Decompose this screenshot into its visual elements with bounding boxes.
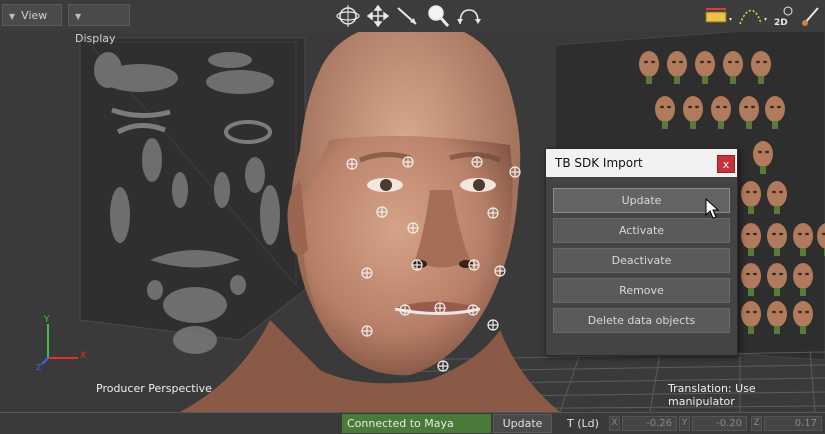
chevron-down-icon: ▼ xyxy=(75,12,82,21)
coord-z-field[interactable]: 0.17 xyxy=(764,416,822,431)
move-icon[interactable] xyxy=(364,2,392,30)
axis-y-label: Y xyxy=(43,315,50,325)
manipulator-hint: Translation: Use manipulator xyxy=(668,382,756,408)
dialog-title-bar[interactable]: TB SDK Import x xyxy=(546,149,737,177)
close-button[interactable]: x xyxy=(717,155,735,173)
3d-viewport[interactable]: ▼ View ▼ Display 2D Y X Z Producer Perspe… xyxy=(0,0,825,412)
delete-data-objects-button[interactable]: Delete data objects xyxy=(553,308,730,333)
coord-y-label: Y xyxy=(679,416,690,431)
camera-label: Producer Perspective xyxy=(96,382,212,395)
activate-button[interactable]: Activate xyxy=(553,218,730,243)
status-bar: Connected to Maya Update T (Ld) X -0.26 … xyxy=(0,412,825,434)
brush-icon[interactable] xyxy=(800,4,822,28)
axis-z-label: Z xyxy=(36,363,42,372)
svg-text:2D: 2D xyxy=(774,18,788,28)
view-menu-button[interactable]: ▼ View xyxy=(2,4,62,26)
viewport-toolbar: ▼ View ▼ Display 2D xyxy=(0,0,825,45)
2d-icon[interactable]: 2D xyxy=(772,4,798,28)
axis-gizmo: Y X Z xyxy=(36,315,86,372)
dialog-title: TB SDK Import xyxy=(555,156,643,170)
coord-z-label: Z xyxy=(751,416,762,431)
curve-icon[interactable] xyxy=(737,4,769,28)
coord-x-field[interactable]: -0.26 xyxy=(622,416,677,431)
zoom-icon[interactable] xyxy=(424,2,452,30)
status-update-button[interactable]: Update xyxy=(493,414,552,433)
view-menu-label: View xyxy=(21,9,48,22)
mouse-cursor-icon xyxy=(705,198,720,219)
display-menu-button[interactable]: ▼ Display xyxy=(68,4,130,45)
axis-x-label: X xyxy=(80,351,86,361)
connection-status: Connected to Maya xyxy=(342,414,491,433)
orbit-icon[interactable] xyxy=(334,2,362,30)
coord-x-label: X xyxy=(609,416,620,431)
display-menu-label: Display xyxy=(75,32,116,45)
remove-button[interactable]: Remove xyxy=(553,278,730,303)
undo-arc-icon[interactable] xyxy=(454,2,482,30)
tb-sdk-import-dialog: TB SDK Import x Update Activate Deactiva… xyxy=(545,148,738,356)
coord-y-field[interactable]: -0.20 xyxy=(692,416,747,431)
pick-icon[interactable] xyxy=(394,2,422,30)
deactivate-button[interactable]: Deactivate xyxy=(553,248,730,273)
chevron-down-icon: ▼ xyxy=(9,12,16,21)
ruler-icon[interactable] xyxy=(703,4,733,28)
transform-mode-label: T (Ld) xyxy=(567,417,599,430)
update-button[interactable]: Update xyxy=(553,188,730,213)
